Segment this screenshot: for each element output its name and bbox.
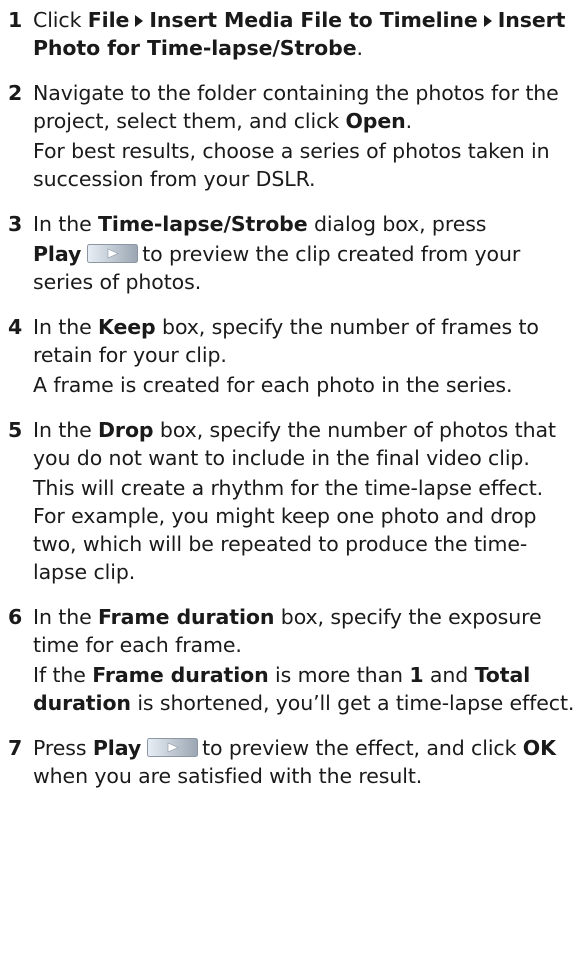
step-2: 2 Navigate to the folder containing the … — [8, 79, 575, 193]
step-text: . — [356, 36, 364, 60]
step-text: If the — [33, 663, 93, 687]
step-body: Press Play to preview the effect, and cli… — [33, 734, 575, 790]
step-text: and — [423, 663, 475, 687]
step-instruction: Press Play to preview the effect, and cli… — [33, 734, 575, 790]
step-number: 2 — [8, 81, 23, 105]
step-body: In the Drop box, specify the number of p… — [33, 416, 575, 586]
menu-arrow-icon — [135, 14, 144, 27]
step-number: 7 — [8, 736, 23, 760]
ui-term: Keep — [98, 315, 156, 339]
step-number: 4 — [8, 315, 23, 339]
step-instruction: In the Drop box, specify the number of p… — [33, 416, 575, 472]
step-text: A frame is created for each photo in the… — [33, 373, 513, 397]
play-button-icon — [147, 738, 199, 757]
step-5: 5 In the Drop box, specify the number of… — [8, 416, 575, 586]
ui-term: Play — [33, 242, 82, 266]
step-body: In the Time-lapse/Strobe dialog box, pre… — [33, 210, 575, 296]
ui-term: Frame duration — [98, 605, 275, 629]
step-body: Click File Insert Media File to Timeline I… — [33, 6, 575, 62]
step-body: Navigate to the folder containing the ph… — [33, 79, 575, 193]
instruction-page: 1 Click File Insert Media File to Timelin… — [0, 0, 585, 973]
step-instruction: In the Keep box, specify the number of f… — [33, 313, 575, 369]
step-number: 5 — [8, 418, 23, 442]
step-text: Click — [33, 8, 88, 32]
step-text: Press — [33, 736, 93, 760]
ui-term: Play — [92, 736, 142, 760]
step-body: In the Keep box, specify the number of f… — [33, 313, 575, 399]
ui-term: File — [87, 8, 130, 32]
ui-term: Insert Media File to Timeline — [149, 8, 478, 32]
step-text: In the — [33, 212, 99, 236]
play-button-icon — [87, 244, 139, 263]
step-1: 1 Click File Insert Media File to Timelin… — [8, 6, 575, 62]
step-7: 7 Press Play to preview the effect, and c… — [8, 734, 575, 790]
step-text: when you are satisfied with the result. — [33, 764, 423, 788]
ui-term: Time-lapse/Strobe — [98, 212, 308, 236]
step-text: is more than — [268, 663, 410, 687]
step-3: 3 In the Time-lapse/Strobe dialog box, p… — [8, 210, 575, 296]
step-note: Play to preview the clip created from you… — [33, 240, 575, 296]
step-instruction: Navigate to the folder containing the ph… — [33, 79, 575, 135]
step-text: is shortened, you’ll get a time-lapse ef… — [130, 691, 575, 715]
step-text: dialog box, press — [307, 212, 487, 236]
step-number: 3 — [8, 212, 23, 236]
step-text: In the — [33, 315, 99, 339]
step-text: For best results, choose a series of pho… — [33, 139, 550, 191]
step-instruction: In the Frame duration box, specify the e… — [33, 603, 575, 659]
step-note: For best results, choose a series of pho… — [33, 137, 575, 193]
ui-term: Drop — [98, 418, 154, 442]
step-instruction: Click File Insert Media File to Timeline I… — [33, 6, 575, 62]
step-note: A frame is created for each photo in the… — [33, 371, 575, 399]
step-number: 6 — [8, 605, 23, 629]
ui-term: OK — [522, 736, 556, 760]
ui-term: 1 — [409, 663, 424, 687]
step-text: In the — [33, 418, 99, 442]
step-text: Navigate to the folder containing the ph… — [33, 81, 559, 133]
step-4: 4 In the Keep box, specify the number of… — [8, 313, 575, 399]
step-6: 6 In the Frame duration box, specify the… — [8, 603, 575, 717]
ui-term: Open — [345, 109, 406, 133]
step-text: to preview the effect, and click — [202, 736, 523, 760]
step-number: 1 — [8, 8, 23, 32]
step-instruction: In the Time-lapse/Strobe dialog box, pre… — [33, 210, 575, 238]
step-text: In the — [33, 605, 99, 629]
step-text: This will create a rhythm for the time-l… — [33, 476, 544, 584]
menu-arrow-icon — [483, 14, 492, 27]
step-note: If the Frame duration is more than 1 and… — [33, 661, 575, 717]
ui-term: Frame duration — [92, 663, 269, 687]
step-text: . — [405, 109, 413, 133]
step-note: This will create a rhythm for the time-l… — [33, 474, 575, 586]
step-body: In the Frame duration box, specify the e… — [33, 603, 575, 717]
